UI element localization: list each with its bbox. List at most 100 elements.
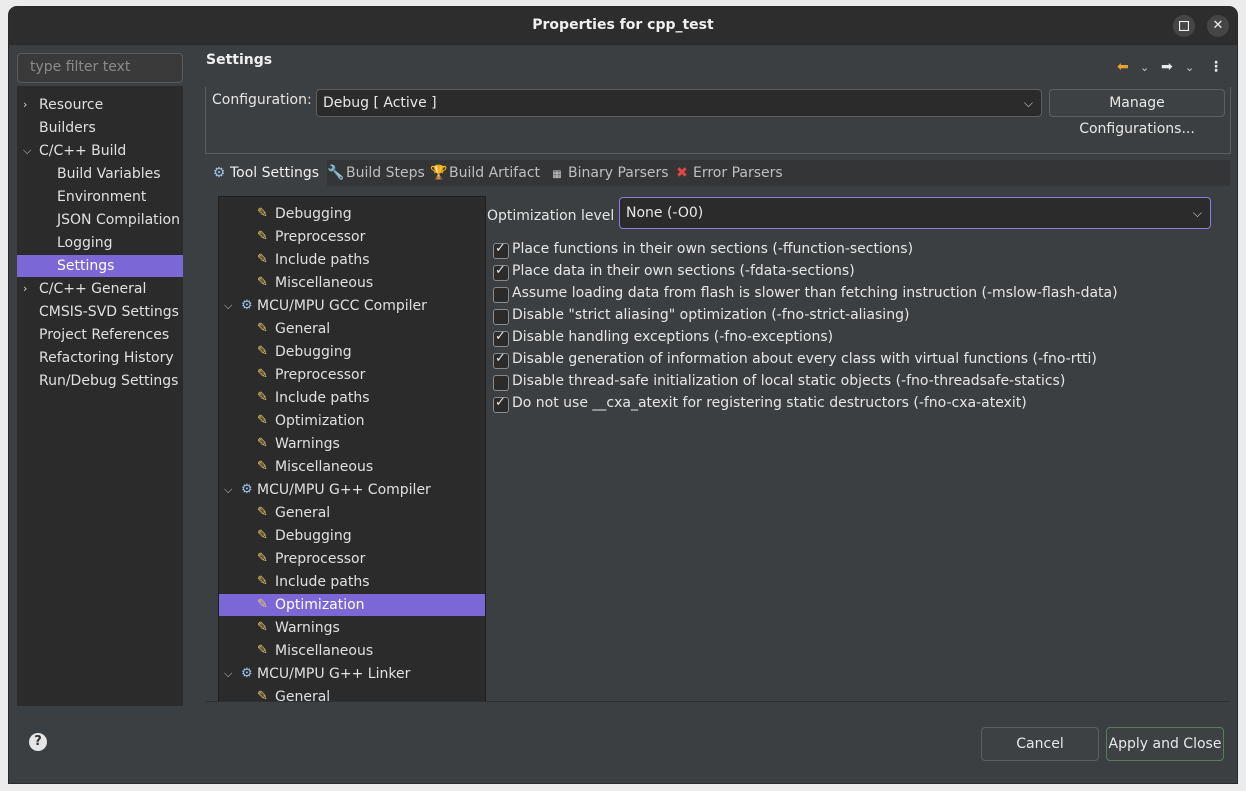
chevron-down-icon[interactable]: ⌵: [224, 295, 234, 317]
tool-tree-item[interactable]: ✎ Debugging: [219, 341, 485, 363]
kebab-menu-icon[interactable]: ⋮: [1209, 59, 1223, 75]
nav-item[interactable]: ⌵ C/C++ Build: [17, 140, 183, 162]
back-arrow-icon[interactable]: ⬅: [1117, 59, 1129, 75]
maximize-icon[interactable]: [1173, 15, 1195, 37]
nav-item[interactable]: Settings: [17, 255, 183, 277]
nav-item[interactable]: Logging: [17, 232, 183, 254]
tool-tree-item[interactable]: ✎ Include paths: [219, 387, 485, 409]
nav-item[interactable]: Refactoring History: [17, 347, 183, 369]
option-page-icon: ✎: [257, 505, 268, 520]
option-checkbox[interactable]: [493, 309, 509, 325]
nav-item[interactable]: Build Variables: [17, 163, 183, 185]
nav-item[interactable]: › C/C++ General: [17, 278, 183, 300]
option-checkbox[interactable]: [493, 241, 509, 259]
tool-tree-item[interactable]: ✎ Miscellaneous: [219, 456, 485, 478]
option-page-icon: ✎: [257, 275, 268, 290]
configuration-label: Configuration:: [212, 92, 312, 108]
chevron-down-icon[interactable]: ⌵: [23, 140, 33, 162]
nav-item[interactable]: Builders: [17, 117, 183, 139]
window-title: Properties for cpp_test: [532, 17, 714, 33]
option-checkbox[interactable]: [493, 329, 509, 347]
tool-tree-group[interactable]: ⌵ ⚙ MCU/MPU G++ Compiler: [219, 479, 485, 501]
chevron-down-icon[interactable]: ⌄: [1185, 61, 1194, 74]
nav-item[interactable]: › Resource: [17, 94, 183, 116]
tab-build-steps[interactable]: 🔧 Build Steps: [327, 160, 427, 186]
option-label[interactable]: Do not use __cxa_atexit for registering …: [512, 395, 1027, 411]
tab-tool-settings[interactable]: ⚙ Tool Settings: [206, 160, 327, 186]
nav-item-label: Project References: [39, 327, 170, 343]
tool-tree-item[interactable]: ✎ Miscellaneous: [219, 640, 485, 662]
option-checkbox[interactable]: [493, 287, 509, 303]
chevron-down-icon[interactable]: ⌄: [1140, 61, 1149, 74]
nav-item[interactable]: Project References: [17, 324, 183, 346]
tool-tree-item[interactable]: ✎ Warnings: [219, 433, 485, 455]
tab-error-parsers[interactable]: ✖ Error Parsers: [674, 160, 792, 186]
option-label[interactable]: Place data in their own sections (-fdata…: [512, 263, 855, 279]
filter-field[interactable]: [17, 53, 183, 83]
tool-tree-group[interactable]: ⌵ ⚙ MCU/MPU G++ Linker: [219, 663, 485, 685]
tool-tree-item[interactable]: ✎ Debugging: [219, 203, 485, 225]
filter-input[interactable]: [18, 54, 180, 80]
tool-tree-label: Include paths: [275, 390, 370, 406]
tool-tree-item[interactable]: ✎ Include paths: [219, 571, 485, 593]
tab-build-artifact[interactable]: 🏆 Build Artifact: [430, 160, 548, 186]
nav-item[interactable]: Run/Debug Settings: [17, 370, 183, 392]
nav-item-label: Settings: [57, 258, 115, 274]
option-page-icon: ✎: [257, 206, 268, 221]
help-icon[interactable]: ?: [29, 733, 47, 751]
nav-item[interactable]: Environment: [17, 186, 183, 208]
option-label[interactable]: Assume loading data from flash is slower…: [512, 285, 1118, 301]
tool-tree-item[interactable]: ✎ Preprocessor: [219, 364, 485, 386]
chevron-right-icon[interactable]: ›: [23, 94, 33, 116]
chevron-down-icon[interactable]: ⌵: [224, 663, 234, 685]
tool-tree-label: Debugging: [275, 206, 352, 222]
chevron-down-icon[interactable]: ⌵: [224, 479, 234, 501]
option-label[interactable]: Disable thread-safe initialization of lo…: [512, 373, 1065, 389]
option-label[interactable]: Disable "strict aliasing" optimization (…: [512, 307, 909, 323]
tool-tree-label: Optimization: [275, 413, 365, 429]
option-label[interactable]: Disable handling exceptions (-fno-except…: [512, 329, 833, 345]
tool-gear-icon: ⚙: [241, 482, 253, 497]
optimization-level-select[interactable]: None (-O0) ⌵: [619, 197, 1211, 229]
tool-tree-item[interactable]: ✎ Miscellaneous: [219, 272, 485, 294]
tool-tree-item[interactable]: ✎ General: [219, 502, 485, 524]
tool-tree-item[interactable]: ✎ Optimization: [219, 410, 485, 432]
option-label[interactable]: Place functions in their own sections (-…: [512, 241, 913, 257]
nav-item[interactable]: JSON Compilation: [17, 209, 183, 231]
tool-tree-label: Warnings: [275, 436, 340, 452]
apply-and-close-button[interactable]: Apply and Close: [1106, 727, 1224, 761]
configuration-select[interactable]: Debug [ Active ] ⌵: [316, 89, 1042, 117]
tool-tree-item[interactable]: ✎ Optimization: [219, 594, 485, 616]
nav-item[interactable]: CMSIS-SVD Settings: [17, 301, 183, 323]
optimization-level-label: Optimization level: [487, 208, 615, 224]
tool-tree-label: Preprocessor: [275, 367, 366, 383]
manage-configurations-button[interactable]: Manage Configurations...: [1049, 89, 1225, 137]
chevron-right-icon[interactable]: ›: [23, 278, 33, 300]
tool-tree-label: Miscellaneous: [275, 275, 374, 291]
tool-tree-item[interactable]: ✎ Preprocessor: [219, 548, 485, 570]
close-icon[interactable]: ✕: [1207, 15, 1229, 37]
option-checkbox[interactable]: [493, 351, 509, 369]
tool-tree-item[interactable]: ✎ Debugging: [219, 525, 485, 547]
tool-tree-group[interactable]: ⌵ ⚙ MCU/MPU GCC Compiler: [219, 295, 485, 317]
tool-tree-label: MCU/MPU G++ Compiler: [257, 482, 431, 498]
option-page-icon: ✎: [257, 321, 268, 336]
chevron-down-icon: ⌵: [1023, 96, 1033, 110]
tool-tree-item[interactable]: ✎ General: [219, 318, 485, 340]
cancel-button[interactable]: Cancel: [981, 727, 1099, 761]
option-page-icon: ✎: [257, 597, 268, 612]
tool-tree-item[interactable]: ✎ General: [219, 686, 485, 701]
option-page-icon: ✎: [257, 390, 268, 405]
tab-binary-parsers[interactable]: ▦ Binary Parsers: [549, 160, 671, 186]
tool-tree-item[interactable]: ✎ Preprocessor: [219, 226, 485, 248]
tool-tree-label: Optimization: [275, 597, 365, 613]
nav-item-label: Build Variables: [57, 166, 161, 182]
option-label[interactable]: Disable generation of information about …: [512, 351, 1097, 367]
tool-tree-label: Miscellaneous: [275, 643, 374, 659]
tool-tree-item[interactable]: ✎ Warnings: [219, 617, 485, 639]
option-checkbox[interactable]: [493, 375, 509, 391]
tool-tree-item[interactable]: ✎ Include paths: [219, 249, 485, 271]
option-checkbox[interactable]: [493, 395, 509, 413]
forward-arrow-icon[interactable]: ➡: [1161, 59, 1173, 75]
option-checkbox[interactable]: [493, 263, 509, 281]
